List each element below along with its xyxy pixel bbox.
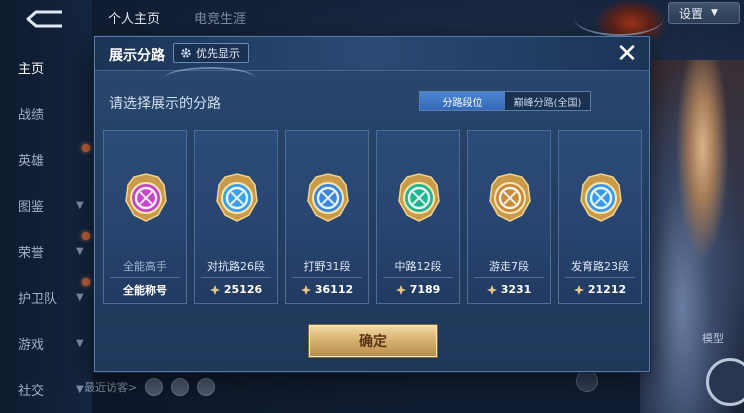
recent-visitors-label: 最近访客> [84, 381, 138, 394]
nav-label: 主页 [18, 61, 45, 77]
roam-icon [489, 173, 531, 222]
lane-score-value: 36112 [314, 283, 354, 296]
lane-card[interactable]: 对抗路26段 25126 [194, 130, 278, 304]
tab-peak-lane[interactable]: 巅峰分路(全国) [505, 92, 590, 110]
top-tabs: 个人主页 电竞生涯 [108, 8, 246, 28]
chevron-down-icon: ▼ [76, 245, 84, 257]
rank-star-icon [300, 284, 311, 295]
tab-esports[interactable]: 电竞生涯 [194, 8, 246, 28]
priority-display-label: 优先显示 [196, 47, 240, 60]
nav-item-guard[interactable]: 护卫队 ▼ [18, 287, 88, 307]
nav-label: 护卫队 [18, 291, 58, 307]
lane-card[interactable]: 全能高手 全能称号 [103, 130, 187, 304]
mid-lane-icon [398, 173, 440, 222]
chevron-down-icon: ▼ [76, 383, 84, 395]
visitor-avatar[interactable] [145, 378, 164, 396]
rank-star-icon [209, 284, 220, 295]
dialog-title: 展示分路 [109, 48, 165, 64]
confirm-button[interactable]: 确定 [309, 325, 437, 357]
lane-rank-label: 全能高手 [123, 260, 167, 273]
settings-button[interactable]: 设置 ▼ [668, 2, 740, 24]
nav-item-game[interactable]: 游戏 ▼ [18, 333, 88, 353]
lane-score: 21212 [565, 277, 635, 301]
lane-rank-label: 中路12段 [394, 260, 442, 273]
lane-score-value: 7189 [409, 283, 441, 296]
lane-card[interactable]: 游走7段 3231 [467, 130, 551, 304]
lane-score: 25126 [201, 277, 271, 301]
rank-star-icon [486, 284, 497, 295]
nav-label: 战绩 [18, 107, 45, 123]
tab-lane-rank[interactable]: 分路段位 [420, 92, 505, 110]
hero-model-label[interactable]: 模型 [702, 330, 724, 346]
rank-type-toggle: 分路段位 巅峰分路(全国) [419, 91, 591, 111]
lane-rank-label: 打野31段 [303, 260, 351, 273]
lane-rank-label: 发育路23段 [571, 260, 629, 273]
lane-score-value: 全能称号 [123, 283, 167, 297]
lane-rank-label: 对抗路26段 [207, 260, 265, 273]
notification-dot [82, 144, 90, 152]
tab-profile[interactable]: 个人主页 [108, 8, 160, 28]
lane-score: 7189 [383, 277, 453, 301]
nav-item-heroes[interactable]: 英雄 [18, 149, 88, 169]
lane-card[interactable]: 发育路23段 21212 [558, 130, 642, 304]
lane-score-value: 25126 [223, 283, 263, 296]
notification-dot [82, 278, 90, 286]
back-arrow-icon[interactable] [22, 8, 68, 30]
nav-item-honors[interactable]: 荣誉 ▼ [18, 241, 88, 261]
lane-card[interactable]: 打野31段 36112 [285, 130, 369, 304]
lane-rank-label: 游走7段 [489, 260, 529, 273]
lane-score-value: 3231 [500, 283, 532, 296]
lane-score: 36112 [292, 277, 362, 301]
lane-score: 全能称号 [110, 277, 180, 301]
rank-star-icon [573, 284, 584, 295]
visitor-avatar[interactable] [171, 378, 190, 396]
lane-card[interactable]: 中路12段 7189 [376, 130, 460, 304]
all-rounder-icon [125, 173, 167, 222]
nav-label: 图鉴 [18, 199, 45, 215]
rank-star-icon [395, 284, 406, 295]
lane-score-value: 21212 [587, 283, 627, 296]
priority-display-button[interactable]: 优先显示 [173, 43, 249, 63]
close-icon[interactable]: ✕ [613, 41, 641, 69]
chevron-down-icon: ▼ [76, 291, 84, 303]
decorative-swirl [165, 67, 255, 89]
jungle-icon [307, 173, 349, 222]
decorative-swirl [574, 0, 664, 36]
lane-display-dialog: 展示分路 优先显示 ✕ 请选择展示的分路 分路段位 巅峰分路(全国) 全能高手全… [94, 36, 650, 372]
settings-label: 设置 [679, 6, 704, 21]
dialog-subtitle: 请选择展示的分路 [109, 96, 221, 112]
nav-label: 社交 [18, 383, 45, 399]
clash-lane-icon [216, 173, 258, 222]
nav-label: 荣誉 [18, 245, 45, 261]
nav-label: 游戏 [18, 337, 45, 353]
nav-item-home[interactable]: 主页 [18, 57, 88, 77]
nav-item-codex[interactable]: 图鉴 ▼ [18, 195, 88, 215]
chevron-down-icon: ▼ [711, 8, 718, 18]
lane-score: 3231 [474, 277, 544, 301]
notification-dot [82, 232, 90, 240]
nav-item-records[interactable]: 战绩 [18, 103, 88, 123]
lane-card-list: 全能高手 全能称号 对抗路26段 25126 打野31段 36112 中路12段 7189 游走… [103, 130, 643, 306]
visitor-avatar[interactable] [197, 378, 216, 396]
recent-visitors[interactable]: 最近访客> [84, 378, 216, 396]
nav-item-social[interactable]: 社交 ▼ [18, 379, 88, 399]
chevron-down-icon: ▼ [76, 337, 84, 349]
nav-label: 英雄 [18, 153, 45, 169]
gear-icon [181, 48, 191, 58]
chevron-down-icon: ▼ [76, 199, 84, 211]
record-icon[interactable] [576, 370, 598, 392]
farm-lane-icon [580, 173, 622, 222]
